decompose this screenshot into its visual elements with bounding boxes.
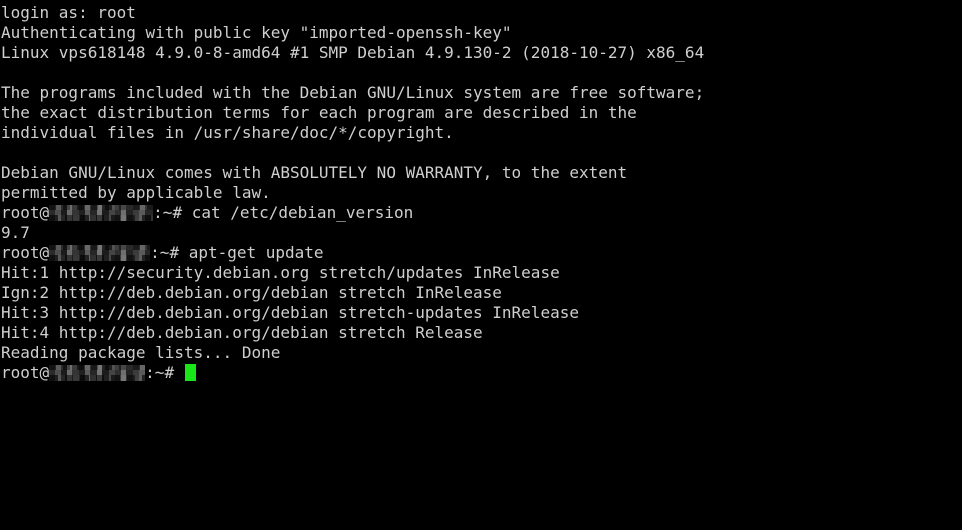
terminal-output-line: Debian GNU/Linux comes with ABSOLUTELY N…	[1, 163, 628, 182]
prompt-at-symbol: @	[39, 363, 50, 382]
prompt-user: root	[1, 243, 40, 262]
terminal-output-line: Hit:4 http://deb.debian.org/debian stret…	[1, 323, 483, 342]
terminal-prompt-line: root@ :~#	[1, 363, 962, 383]
terminal-command-text: cat /etc/debian_version	[191, 203, 414, 222]
terminal-cursor[interactable]	[184, 364, 196, 381]
terminal-output-line: permitted by applicable law.	[1, 183, 271, 202]
prompt-hostname-redacted	[49, 365, 146, 381]
prompt-at-symbol: @	[39, 203, 50, 222]
prompt-at-symbol: @	[39, 243, 50, 262]
prompt-hostname-redacted	[49, 245, 151, 261]
terminal-prompt-line: root@ :~# apt-get update	[1, 243, 962, 263]
terminal-output-line: login as: root	[1, 3, 136, 22]
terminal-output-line: Authenticating with public key "imported…	[1, 23, 512, 42]
terminal-screen[interactable]: login as: root Authenticating with public…	[0, 0, 962, 530]
prompt-user: root	[1, 363, 40, 382]
terminal-output-line: Hit:1 http://security.debian.org stretch…	[1, 263, 560, 282]
terminal-output-line: Hit:3 http://deb.debian.org/debian stret…	[1, 303, 579, 322]
terminal-output-line: The programs included with the Debian GN…	[1, 83, 705, 102]
terminal-command-text: apt-get update	[188, 243, 324, 262]
prompt-path-symbol: :~#	[145, 363, 184, 382]
prompt-user: root	[1, 203, 40, 222]
terminal-output-line: Linux vps618148 4.9.0-8-amd64 #1 SMP Deb…	[1, 43, 705, 62]
terminal-output-line: Reading package lists... Done	[1, 343, 281, 362]
terminal-output-line: Ign:2 http://deb.debian.org/debian stret…	[1, 283, 502, 302]
terminal-prompt-line: root@ :~# cat /etc/debian_version	[1, 203, 962, 223]
prompt-hostname-redacted	[49, 205, 154, 221]
prompt-path-symbol: :~#	[153, 203, 192, 222]
terminal-output-line: individual files in /usr/share/doc/*/cop…	[1, 123, 454, 142]
prompt-path-symbol: :~#	[150, 243, 189, 262]
terminal-output-line: 9.7	[1, 223, 30, 242]
terminal-output-line: the exact distribution terms for each pr…	[1, 103, 637, 122]
